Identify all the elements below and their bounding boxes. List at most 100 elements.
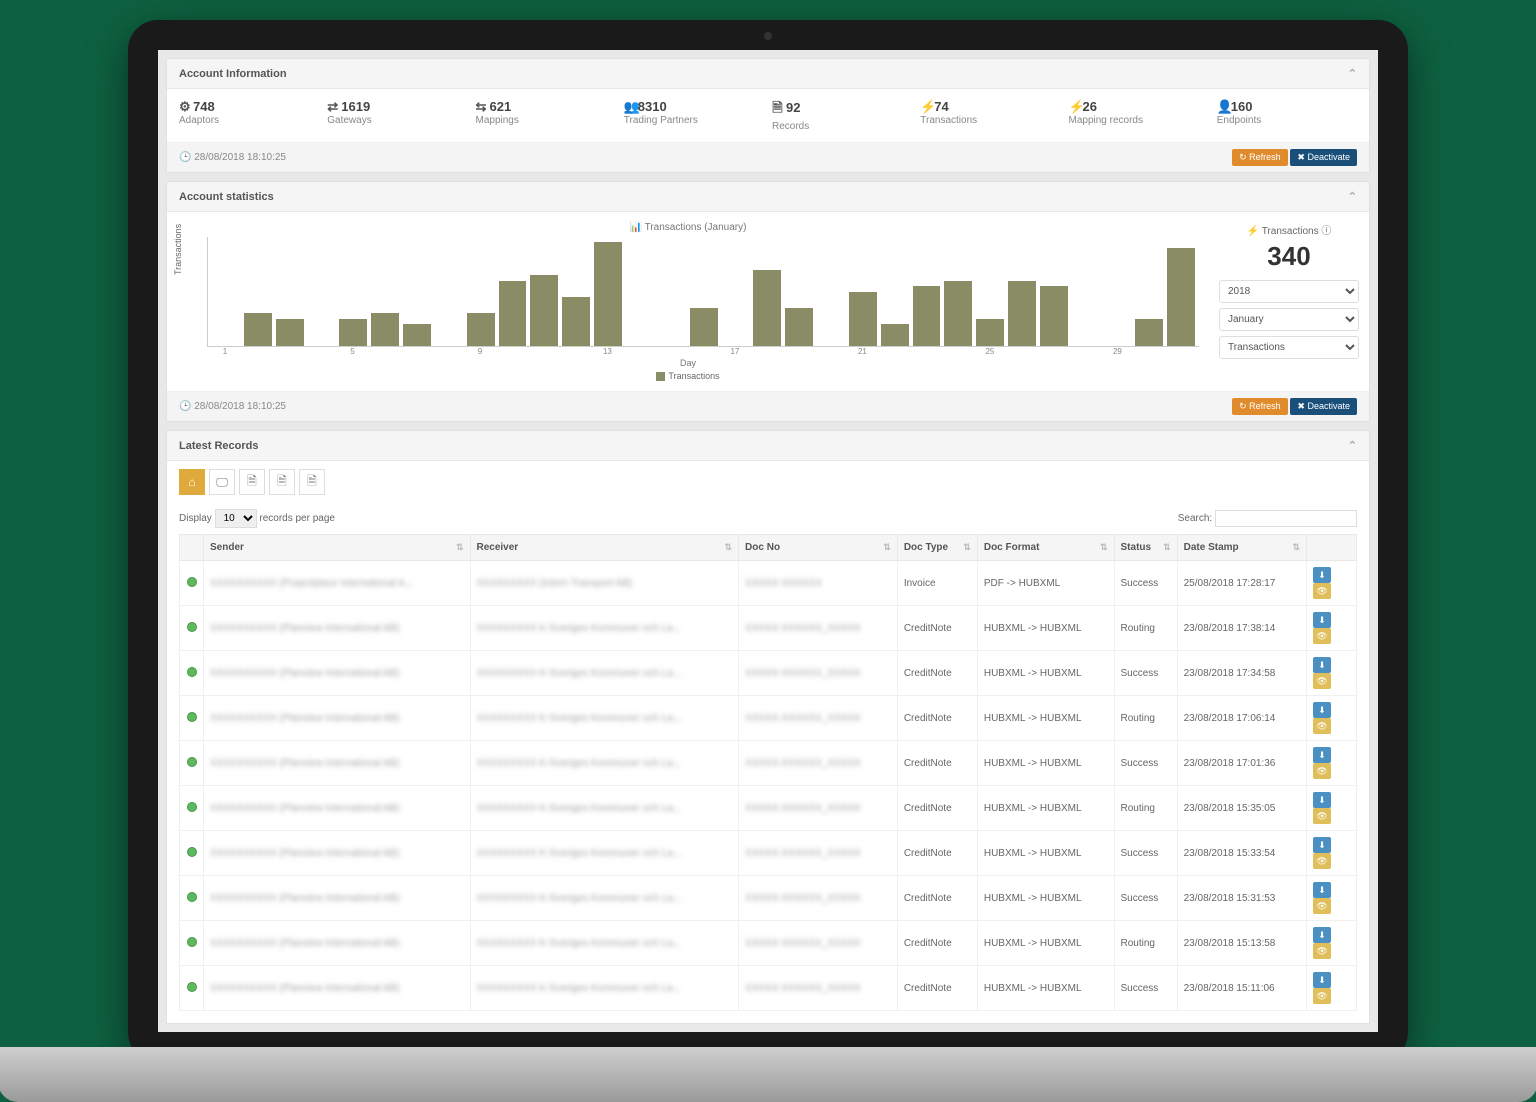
view-icon[interactable]: 👁	[1313, 673, 1331, 689]
tab-doc2[interactable]: 🗎	[269, 469, 295, 495]
page-size-select[interactable]: 10	[215, 509, 257, 528]
stat-item: ⇄1619Gateways	[327, 99, 467, 132]
view-icon[interactable]: 👁	[1313, 988, 1331, 1004]
view-icon[interactable]: 👁	[1313, 628, 1331, 644]
column-header[interactable]: Status⇅	[1114, 535, 1177, 561]
view-icon[interactable]: 👁	[1313, 898, 1331, 914]
deactivate-button[interactable]: ✖ Deactivate	[1290, 149, 1357, 166]
account-stats-footer: 🕒 28/08/2018 18:10:25 ↻ Refresh ✖ Deacti…	[167, 391, 1369, 421]
collapse-icon[interactable]: ⌃	[1348, 67, 1357, 80]
download-icon[interactable]: ⬇	[1313, 702, 1331, 718]
docno-cell: XXXXX-XXXXXX_XXXXX	[745, 713, 861, 724]
column-header[interactable]: Doc Type⇅	[897, 535, 977, 561]
receiver-cell: XXXXXXXXX K-Sveriges Kommuner och La...	[477, 803, 682, 814]
view-icon[interactable]: 👁	[1313, 808, 1331, 824]
receiver-cell: XXXXXXXXX K-Sveriges Kommuner och La...	[477, 983, 682, 994]
chart-legend: Transactions	[177, 371, 1199, 381]
metric-select[interactable]: Transactions	[1219, 336, 1359, 359]
status-dot-icon	[187, 757, 197, 767]
table-row[interactable]: XXXXXXXXXX (Planview International AB) XX…	[180, 651, 1357, 696]
column-header[interactable]	[1307, 535, 1357, 561]
table-row[interactable]: XXXXXXXXXX (Planview International AB)XX…	[180, 786, 1357, 831]
column-header[interactable]: Doc No⇅	[739, 535, 898, 561]
collapse-icon[interactable]: ⌃	[1348, 439, 1357, 452]
download-icon[interactable]: ⬇	[1313, 837, 1331, 853]
display-suffix: records per page	[259, 513, 335, 524]
column-header[interactable]: Date Stamp⇅	[1177, 535, 1306, 561]
download-icon[interactable]: ⬇	[1313, 657, 1331, 673]
table-row[interactable]: XXXXXXXXXX (Planview International AB)XX…	[180, 741, 1357, 786]
chart-bar	[1135, 319, 1163, 346]
records-table: Sender⇅Receiver⇅Doc No⇅Doc Type⇅Doc Form…	[179, 534, 1357, 1011]
dashboard-screen: Account Information ⌃ ⚙748Adaptors⇄1619G…	[158, 50, 1378, 1032]
table-row[interactable]: XXXXXXXXXX (Planview International AB)XX…	[180, 696, 1357, 741]
month-select[interactable]: January	[1219, 308, 1359, 331]
doctype-cell: CreditNote	[897, 741, 977, 786]
chart-bar	[913, 286, 941, 346]
timestamp: 🕒 28/08/2018 18:10:25	[179, 152, 286, 163]
status-dot-icon	[187, 712, 197, 722]
status-cell: Routing	[1114, 606, 1177, 651]
column-header[interactable]: Doc Format⇅	[977, 535, 1114, 561]
view-icon[interactable]: 👁	[1313, 763, 1331, 779]
date-cell: 23/08/2018 17:34:58	[1177, 651, 1306, 696]
tab-home[interactable]: ⌂	[179, 469, 205, 495]
status-cell: Success	[1114, 561, 1177, 606]
stat-item: ⚡74Transactions	[920, 99, 1060, 132]
table-row[interactable]: XXXXXXXXXX (Planview International AB)XX…	[180, 921, 1357, 966]
download-icon[interactable]: ⬇	[1313, 567, 1331, 583]
chart-bar	[467, 313, 495, 346]
stats-side-panel: ⚡ Transactions ⓘ 340 2018 January Transa…	[1199, 222, 1359, 381]
laptop-frame: Account Information ⌃ ⚙748Adaptors⇄1619G…	[128, 20, 1408, 1062]
view-icon[interactable]: 👁	[1313, 853, 1331, 869]
stat-item: ⇆621Mappings	[476, 99, 616, 132]
table-controls: Display 10 records per page Search:	[167, 503, 1369, 534]
table-row[interactable]: XXXXXXXXXX (Planview International AB)XX…	[180, 966, 1357, 1011]
status-dot-icon	[187, 577, 197, 587]
tab-monitor[interactable]: 🖵	[209, 469, 235, 495]
view-icon[interactable]: 👁	[1313, 943, 1331, 959]
chart-bar	[881, 324, 909, 346]
table-row[interactable]: XXXXXXXXXX (Planview International AB)XX…	[180, 876, 1357, 921]
download-icon[interactable]: ⬇	[1313, 747, 1331, 763]
table-row[interactable]: XXXXXXXXXX (Projectplace International A…	[180, 561, 1357, 606]
refresh-button[interactable]: ↻ Refresh	[1232, 149, 1288, 166]
chart-bar	[276, 319, 304, 346]
column-header[interactable]	[180, 535, 204, 561]
chart-bar	[594, 242, 622, 346]
table-row[interactable]: XXXXXXXXXX (Planview International AB)XX…	[180, 831, 1357, 876]
column-header[interactable]: Sender⇅	[204, 535, 471, 561]
deactivate-button[interactable]: ✖ Deactivate	[1290, 398, 1357, 415]
doctype-cell: Invoice	[897, 561, 977, 606]
display-label: Display	[179, 513, 212, 524]
chart-title: 📊 Transactions (January)	[177, 222, 1199, 233]
chart-bar	[244, 313, 272, 346]
side-title: ⚡ Transactions ⓘ	[1219, 222, 1359, 237]
year-select[interactable]: 2018	[1219, 280, 1359, 303]
column-header[interactable]: Receiver⇅	[470, 535, 739, 561]
account-stats-panel: Account statistics ⌃ 📊 Transactions (Jan…	[166, 181, 1370, 422]
download-icon[interactable]: ⬇	[1313, 972, 1331, 988]
refresh-button[interactable]: ↻ Refresh	[1232, 398, 1288, 415]
tab-doc3[interactable]: 🗎	[299, 469, 325, 495]
collapse-icon[interactable]: ⌃	[1348, 190, 1357, 203]
download-icon[interactable]: ⬇	[1313, 882, 1331, 898]
view-icon[interactable]: 👁	[1313, 583, 1331, 599]
table-row[interactable]: XXXXXXXXXX (Planview International AB)XX…	[180, 606, 1357, 651]
receiver-cell: XXXXXXXXX K-Sveriges Kommuner och La...	[477, 893, 682, 904]
search-input[interactable]	[1215, 510, 1357, 527]
tab-doc1[interactable]: 🗎	[239, 469, 265, 495]
sender-cell: XXXXXXXXXX (Planview International AB)	[210, 668, 400, 679]
view-icon[interactable]: 👁	[1313, 718, 1331, 734]
download-icon[interactable]: ⬇	[1313, 792, 1331, 808]
download-icon[interactable]: ⬇	[1313, 927, 1331, 943]
status-cell: Success	[1114, 741, 1177, 786]
record-tabs: ⌂ 🖵 🗎 🗎 🗎	[167, 461, 1369, 503]
search-label: Search:	[1178, 513, 1212, 524]
chart-bar	[1040, 286, 1068, 346]
download-icon[interactable]: ⬇	[1313, 612, 1331, 628]
account-stats-header: Account statistics ⌃	[167, 182, 1369, 212]
receiver-cell: XXXXXXXXX K-Sveriges Kommuner och La...	[477, 668, 682, 679]
transactions-total: 340	[1219, 241, 1359, 272]
date-cell: 23/08/2018 15:35:05	[1177, 786, 1306, 831]
